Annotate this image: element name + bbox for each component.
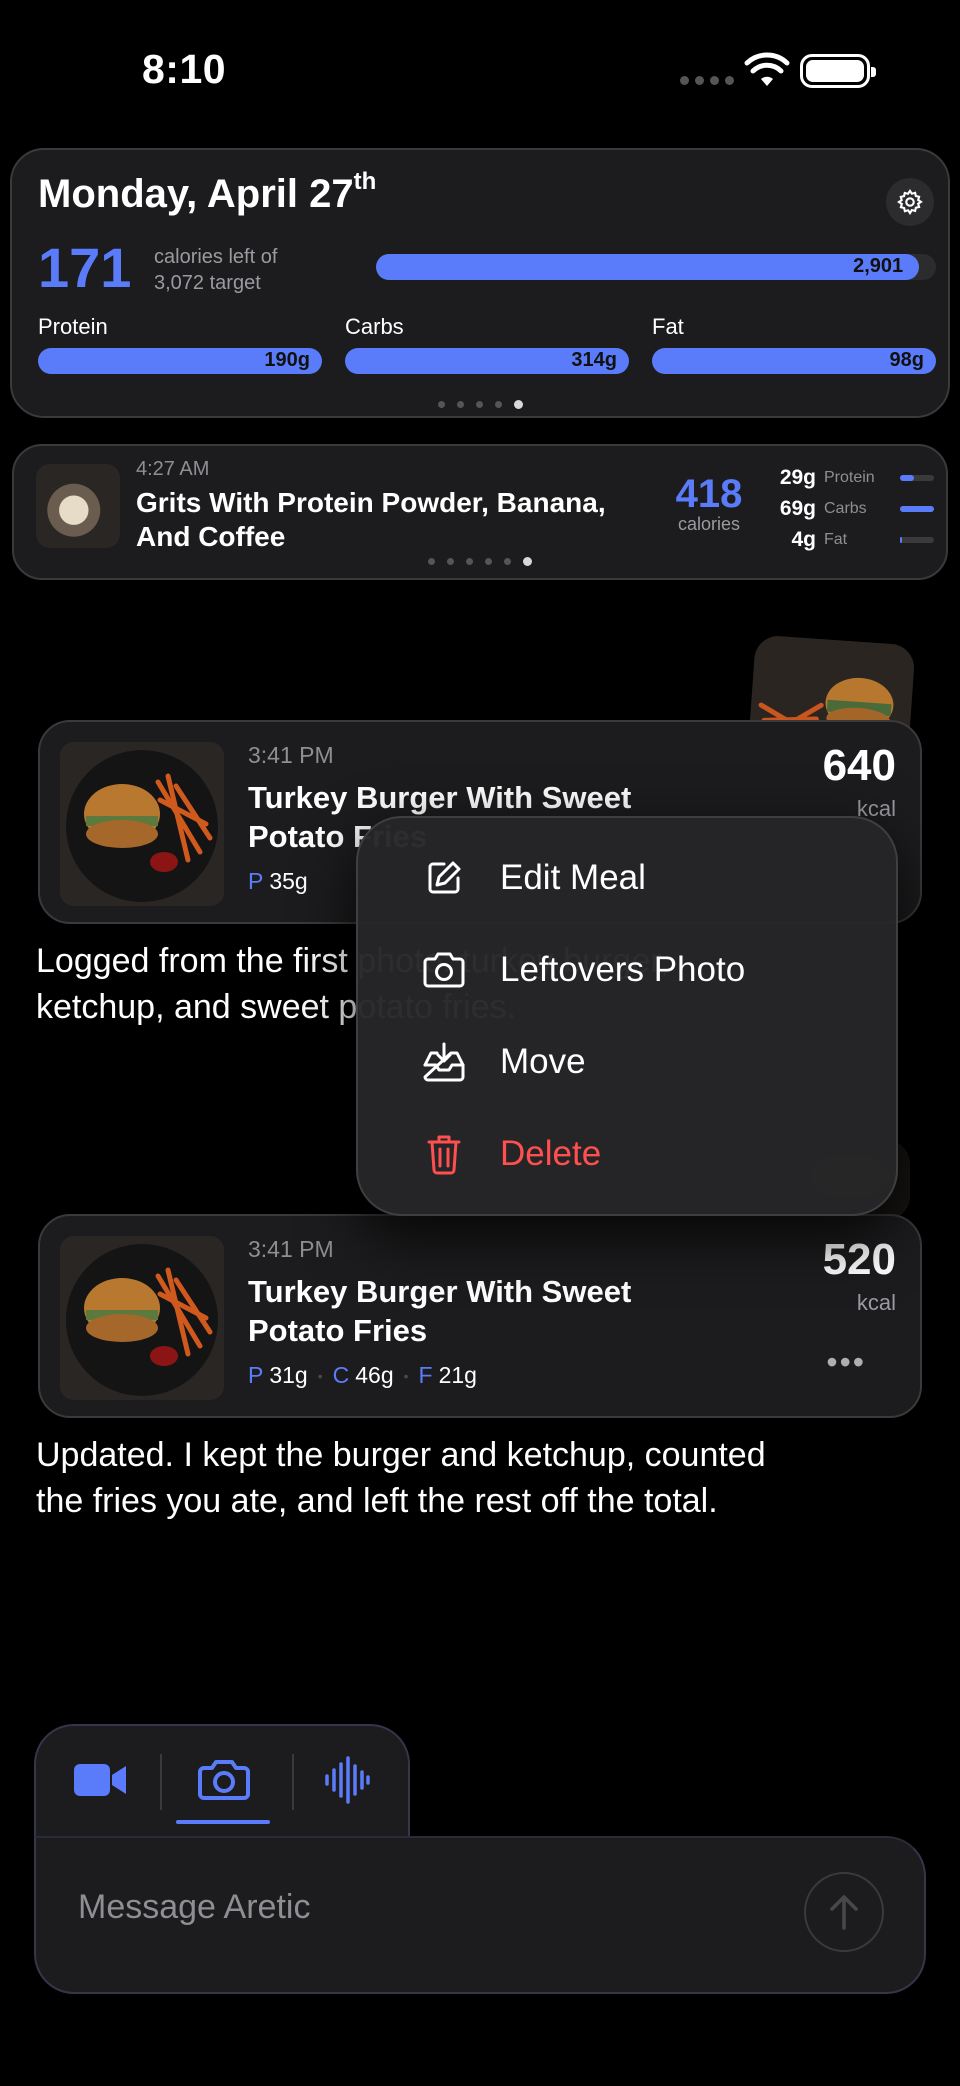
page-dot[interactable]: [438, 401, 445, 408]
video-icon: [74, 1764, 126, 1796]
last-meal-calories: 418 calories: [675, 472, 743, 534]
waveform-icon: [325, 1756, 370, 1804]
assistant-message: Updated. I kept the burger and ketchup, …: [36, 1436, 766, 1520]
active-mode-indicator: [176, 1820, 270, 1824]
page-dot[interactable]: [466, 558, 473, 565]
meal-context-menu: Edit Meal Leftovers Photo Move Delete: [356, 816, 898, 1216]
last-meal-macros: 29g Protein 69g Carbs 4g Fat: [754, 462, 934, 555]
calories-progress-bar: 2,901: [376, 254, 936, 280]
last-meal-name: Grits With Protein Powder, Banana, And C…: [136, 487, 606, 552]
voice-mode-tab[interactable]: [306, 1750, 386, 1810]
macro-carbs: Carbs 314g: [345, 314, 629, 374]
last-meal-page-indicator[interactable]: [428, 557, 532, 566]
status-time: 8:10: [142, 46, 227, 92]
camera-mode-tab[interactable]: [184, 1750, 264, 1810]
meal-photo: [60, 742, 224, 906]
arrow-up-icon: [830, 1895, 858, 1930]
message-input[interactable]: [78, 1888, 758, 1927]
macro-carbs-bar: 314g: [345, 348, 629, 374]
macro-fat-bar: 98g: [652, 348, 936, 374]
calories-left-value: 171: [38, 236, 132, 299]
send-button[interactable]: [804, 1872, 884, 1952]
last-meal-card[interactable]: 4:27 AM Grits With Protein Powder, Banan…: [12, 444, 948, 580]
calories-eaten-value: 2,901: [853, 255, 904, 277]
daily-summary-card[interactable]: Monday, April 27th 171 calories left of …: [10, 148, 950, 418]
tray-icon: [420, 1038, 468, 1086]
more-options-button[interactable]: •••: [826, 1344, 866, 1381]
trash-icon: [420, 1130, 468, 1178]
cellular-signal-icon: [680, 76, 734, 85]
page-dot[interactable]: [485, 558, 492, 565]
page-dot[interactable]: [514, 400, 523, 409]
capture-mode-tabs: [34, 1724, 410, 1844]
meal-macros: P 31g • C 46g • F 21g: [248, 1362, 477, 1388]
meal-time: 3:41 PM: [248, 1236, 334, 1262]
macro-fat: Fat 98g: [652, 314, 936, 374]
page-dot[interactable]: [495, 401, 502, 408]
last-meal-time: 4:27 AM: [136, 458, 210, 480]
meal-name: Turkey Burger With Sweet Potato Fries: [248, 1274, 632, 1348]
delete-menu-item[interactable]: Delete: [420, 1124, 601, 1184]
meal-calories: 640 kcal: [822, 741, 896, 822]
settings-button[interactable]: [886, 178, 934, 226]
edit-icon: [420, 854, 468, 902]
page-dot[interactable]: [476, 401, 483, 408]
meal-macros: P 35g: [248, 868, 308, 894]
meal-calories: 520 kcal: [822, 1235, 896, 1316]
page-dot[interactable]: [523, 557, 532, 566]
page-dot[interactable]: [504, 558, 511, 565]
camera-icon: [198, 1760, 250, 1800]
move-menu-item[interactable]: Move: [420, 1032, 586, 1092]
camera-icon: [420, 946, 468, 994]
meal-card[interactable]: 3:41 PM Turkey Burger With Sweet Potato …: [38, 1214, 922, 1418]
page-dot[interactable]: [457, 401, 464, 408]
gear-icon: [897, 189, 923, 216]
page-dot[interactable]: [428, 558, 435, 565]
edit-meal-menu-item[interactable]: Edit Meal: [420, 848, 646, 908]
meal-photo: [60, 1236, 224, 1400]
macro-protein-bar: 190g: [38, 348, 322, 374]
meal-time: 3:41 PM: [248, 742, 334, 768]
leftovers-photo-menu-item[interactable]: Leftovers Photo: [420, 940, 745, 1000]
wifi-icon: [744, 52, 790, 86]
battery-icon: [800, 54, 876, 88]
summary-page-indicator[interactable]: [438, 400, 523, 409]
message-composer: [34, 1836, 926, 1994]
page-dot[interactable]: [447, 558, 454, 565]
summary-date: Monday, April 27th: [38, 168, 377, 216]
macro-protein: Protein 190g: [38, 314, 322, 374]
calories-left-label: calories left of 3,072 target: [154, 246, 278, 294]
last-meal-photo: [36, 464, 120, 548]
video-mode-tab[interactable]: [60, 1750, 140, 1810]
